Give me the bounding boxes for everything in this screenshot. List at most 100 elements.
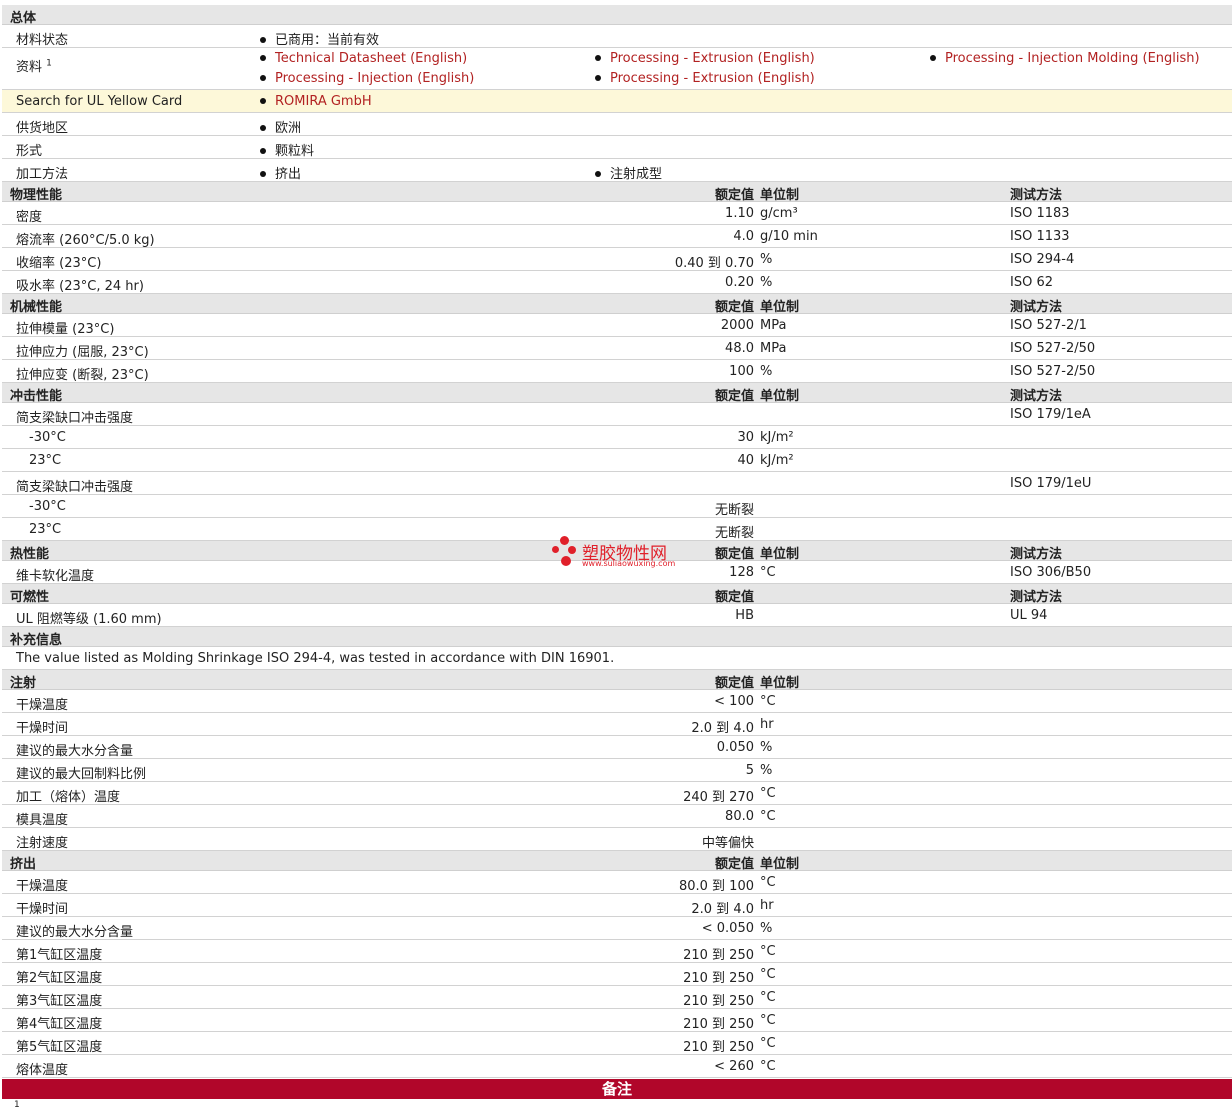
row-value: 100 — [729, 364, 754, 379]
row-method: ISO 527-2/1 — [1010, 318, 1087, 333]
footnote-mark: 1 — [14, 1100, 20, 1110]
bullet-icon — [595, 170, 601, 177]
bullet-icon — [260, 147, 266, 154]
row-value: 30 — [737, 430, 754, 445]
row-label: 干燥时间 — [16, 721, 69, 736]
bullet-icon — [260, 97, 266, 104]
list-item: 挤出 — [260, 163, 301, 182]
row-method: ISO 306/B50 — [1010, 565, 1092, 580]
notes-bar: 备注 — [2, 1079, 1232, 1099]
table-row: 注射速度 中等偏快 — [2, 828, 1232, 851]
table-row: 干燥温度 80.0 到 100 °C — [2, 871, 1232, 894]
row-unit: hr — [760, 717, 774, 732]
row-label: 简支梁缺口冲击强度 — [16, 480, 134, 495]
table-row: UL 阻燃等级 (1.60 mm) HB UL 94 — [2, 604, 1232, 627]
row-value: 80.0 — [725, 809, 754, 824]
row-label: 加工（熔体）温度 — [16, 790, 121, 805]
nominal-header: 额定值 — [714, 676, 754, 691]
method-header: 测试方法 — [1010, 547, 1063, 562]
row-value: HB — [735, 608, 754, 623]
method-header: 测试方法 — [1010, 188, 1063, 203]
table-row: 熔流率 (260°C/5.0 kg) 4.0 g/10 min ISO 1133 — [2, 225, 1232, 248]
table-row: 第1气缸区温度 210 到 250 °C — [2, 940, 1232, 963]
table-row: 第2气缸区温度 210 到 250 °C — [2, 963, 1232, 986]
row-value: 40 — [737, 453, 754, 468]
row-label: 23°C — [29, 522, 62, 537]
row-unit: % — [760, 364, 773, 379]
table-row: 第4气缸区温度 210 到 250 °C — [2, 1009, 1232, 1032]
row-status: 材料状态 已商用：当前有效 — [2, 25, 1232, 48]
bullet-icon — [260, 74, 266, 81]
table-row: -30°C 无断裂 — [2, 495, 1232, 518]
row-method: ISO 527-2/50 — [1010, 341, 1096, 356]
unit-header: 单位制 — [760, 547, 800, 562]
row-label: 收缩率 (23°C) — [16, 256, 102, 271]
table-row: 拉伸模量 (23°C) 2000 MPa ISO 527-2/1 — [2, 314, 1232, 337]
section-general: 总体 — [2, 5, 1232, 26]
row-method: ISO 179/1eA — [1010, 407, 1091, 422]
list-item: 注射成型 — [595, 163, 662, 182]
row-value: 无断裂 — [714, 526, 754, 541]
unit-header: 单位制 — [760, 857, 800, 872]
row-label: 23°C — [29, 453, 62, 468]
row-label: 密度 — [16, 210, 43, 225]
bullet-icon — [595, 74, 601, 81]
nominal-header: 额定值 — [714, 857, 754, 872]
row-unit: MPa — [760, 341, 787, 356]
ul-link[interactable]: ROMIRA GmbH — [260, 94, 372, 109]
row-label: 建议的最大水分含量 — [16, 744, 134, 759]
row-method: ISO 294-4 — [1010, 252, 1075, 267]
row-label: 供货地区 — [16, 121, 69, 136]
row-unit: g/cm³ — [760, 206, 798, 221]
row-label: 干燥温度 — [16, 698, 69, 713]
row-label: Search for UL Yellow Card — [16, 94, 183, 109]
row-label: 第1气缸区温度 — [16, 948, 103, 963]
row-value: 中等偏快 — [701, 836, 754, 851]
row-process: 加工方法 挤出 注射成型 — [2, 159, 1232, 182]
doc-link[interactable]: Processing - Injection Molding (English) — [930, 51, 1200, 66]
section-supplement: 补充信息 — [2, 627, 1232, 648]
row-label: 第5气缸区温度 — [16, 1040, 103, 1055]
row-label: 拉伸应变 (断裂, 23°C) — [16, 368, 149, 383]
row-label: 熔流率 (260°C/5.0 kg) — [16, 233, 155, 248]
doc-link[interactable]: Processing - Extrusion (English) — [595, 71, 815, 86]
list-item: 颗粒料 — [260, 140, 314, 159]
row-label: 第4气缸区温度 — [16, 1017, 103, 1032]
doc-link[interactable]: Processing - Extrusion (English) — [595, 51, 815, 66]
table-row: 密度 1.10 g/cm³ ISO 1183 — [2, 202, 1232, 225]
row-method: ISO 1133 — [1010, 229, 1070, 244]
row-value: < 100 — [714, 694, 754, 709]
row-value: 210 到 250 — [683, 971, 754, 986]
row-label: 拉伸模量 (23°C) — [16, 322, 115, 337]
bullet-icon — [260, 170, 266, 177]
row-documents: 资料 1 Technical Datasheet (English) Proce… — [2, 48, 1232, 90]
row-label: 建议的最大回制料比例 — [16, 767, 147, 782]
row-unit: °C — [760, 1036, 776, 1051]
table-row: 干燥温度 < 100 °C — [2, 690, 1232, 713]
section-impact: 冲击性能 额定值 单位制 测试方法 — [2, 383, 1232, 404]
unit-header: 单位制 — [760, 188, 800, 203]
section-title: 机械性能 — [10, 300, 63, 315]
row-unit: g/10 min — [760, 229, 818, 244]
row-label: 形式 — [16, 144, 43, 159]
row-value: 0.050 — [716, 740, 754, 755]
row-label: 简支梁缺口冲击强度 — [16, 411, 134, 426]
watermark-url: www.suliaowuxing.com — [582, 559, 676, 568]
doc-link[interactable]: Processing - Injection (English) — [260, 71, 474, 86]
row-unit: °C — [760, 944, 776, 959]
bullet-icon — [260, 54, 266, 61]
doc-link[interactable]: Technical Datasheet (English) — [260, 51, 467, 66]
list-item: 欧洲 — [260, 117, 301, 136]
nominal-header: 额定值 — [714, 590, 754, 605]
row-unit: hr — [760, 898, 774, 913]
row-method: UL 94 — [1010, 608, 1048, 623]
row-label: 维卡软化温度 — [16, 569, 95, 584]
row-label: -30°C — [29, 499, 66, 514]
note-text: The value listed as Molding Shrinkage IS… — [16, 651, 615, 666]
table-row: 干燥时间 2.0 到 4.0 hr — [2, 894, 1232, 917]
bullet-icon — [595, 54, 601, 61]
row-form: 形式 颗粒料 — [2, 136, 1232, 159]
row-value: 4.0 — [733, 229, 754, 244]
table-row: 干燥时间 2.0 到 4.0 hr — [2, 713, 1232, 736]
row-label: 建议的最大水分含量 — [16, 925, 134, 940]
